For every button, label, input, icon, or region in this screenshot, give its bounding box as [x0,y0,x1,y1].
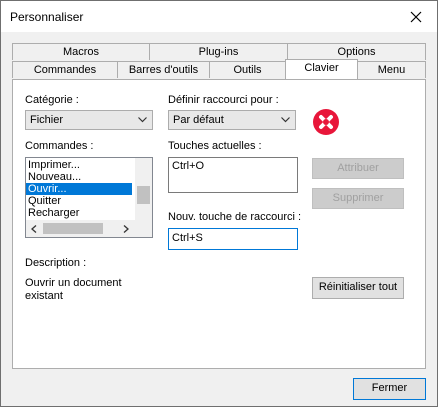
chevron-down-icon [138,117,147,123]
description-text: Ouvrir un document existant [25,277,122,302]
tab-commandes[interactable]: Commandes [12,61,118,78]
tab-row-bottom: Commandes Barres d'outils Outils Clavier… [12,59,426,79]
category-label: Catégorie : [25,94,79,106]
assign-button[interactable]: Attribuer [312,158,404,179]
current-key-value[interactable]: Ctrl+O [172,160,204,172]
tab-menu[interactable]: Menu [357,61,426,78]
list-item[interactable]: Imprimer... [26,159,152,171]
list-item[interactable]: Quitter [26,195,152,207]
current-keys-label: Touches actuelles : [168,140,262,152]
scroll-thumb[interactable] [43,223,103,234]
shortcut-for-select[interactable]: Par défaut [168,110,296,130]
close-icon [410,11,422,22]
keyboard-panel: Catégorie : Fichier Définir raccourci po… [12,79,426,369]
list-item-selected[interactable]: Ouvrir... [26,183,132,195]
tab-outils[interactable]: Outils [209,61,286,78]
new-key-value: Ctrl+S [172,232,203,244]
close-button[interactable]: Fermer [353,378,426,400]
tab-clavier[interactable]: Clavier [285,59,358,79]
horizontal-scrollbar[interactable] [26,220,136,237]
commands-list[interactable]: Imprimer... Nouveau... Ouvrir... Quitter… [25,157,153,238]
vertical-scrollbar[interactable] [135,158,152,220]
new-key-input[interactable]: Ctrl+S [168,228,298,250]
list-item[interactable]: Nouveau... [26,171,152,183]
window-title: Personnaliser [10,10,84,24]
close-window-button[interactable] [395,1,437,32]
tab-macros[interactable]: Macros [12,43,150,60]
category-select[interactable]: Fichier [25,110,153,130]
tab-plugins[interactable]: Plug-ins [149,43,288,60]
remove-button[interactable]: Supprimer [312,188,404,209]
chevron-right-icon[interactable] [123,225,129,233]
current-keys-list[interactable]: Ctrl+O [168,157,298,193]
chevron-left-icon[interactable] [31,225,37,233]
shortcut-for-value: Par défaut [173,114,224,126]
shortcut-for-label: Définir raccourci pour : [168,94,279,106]
commands-label: Commandes : [25,140,94,152]
tab-options[interactable]: Options [287,43,426,60]
title-bar: Personnaliser [1,1,437,32]
tab-row-top: Macros Plug-ins Options [12,43,426,61]
new-key-label: Nouv. touche de raccourci : [168,211,302,223]
chevron-down-icon [281,117,290,123]
reset-all-button[interactable]: Réinitialiser tout [312,277,404,299]
scroll-corner [135,220,152,237]
category-value: Fichier [30,114,64,126]
dialog-window: Personnaliser Macros Plug-ins Options Co… [0,0,438,407]
list-item[interactable]: Recharger [26,207,152,219]
xmlspy-logo-icon [313,109,339,135]
scroll-thumb[interactable] [137,186,150,204]
tab-barres-outils[interactable]: Barres d'outils [117,61,210,78]
description-label: Description : [25,257,87,269]
